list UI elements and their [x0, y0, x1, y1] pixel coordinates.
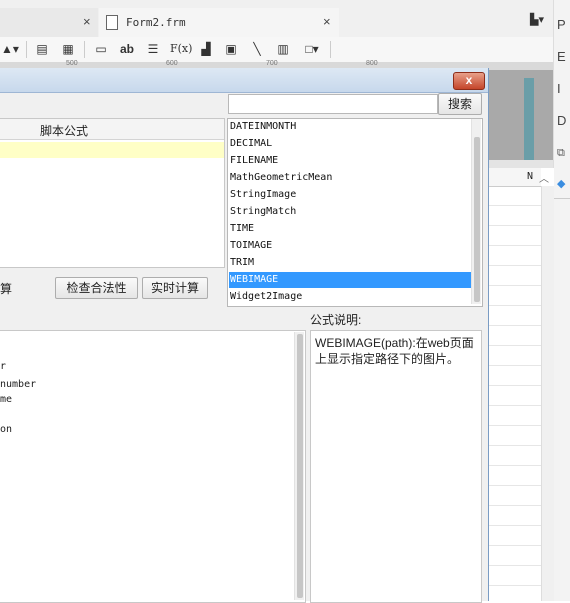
editor-scrollbar[interactable]: [294, 332, 304, 600]
list-item[interactable]: StringImage: [229, 187, 472, 203]
tab-close-button[interactable]: ×: [83, 14, 91, 29]
tab-overflow-icon[interactable]: ▙▾: [530, 13, 544, 26]
close-button[interactable]: x: [453, 72, 485, 90]
dialog-title-bar[interactable]: [0, 68, 488, 93]
formula-description-box: WEBIMAGE(path):在web页面上显示指定路径下的图片。: [310, 330, 482, 603]
insert-textbox-icon[interactable]: ▭: [92, 41, 110, 57]
list-item[interactable]: DECIMAL: [229, 136, 472, 152]
search-button[interactable]: 搜索: [438, 93, 482, 115]
align-icon[interactable]: ☰: [144, 41, 162, 57]
editor-line: number: [0, 379, 37, 390]
list-item[interactable]: Widget2Image: [229, 289, 472, 305]
line-icon[interactable]: ╲: [248, 41, 266, 57]
list-scrollbar[interactable]: [471, 119, 481, 304]
ruler-tick: 500: [66, 60, 78, 67]
file-icon: [106, 15, 118, 30]
text-tool-icon[interactable]: ab: [118, 41, 136, 57]
ruler-tick: 800: [366, 60, 378, 67]
list-item[interactable]: TIME: [229, 221, 472, 237]
formula-description-label: 公式说明:: [310, 313, 362, 327]
list-item-selected[interactable]: WEBIMAGE: [229, 272, 472, 288]
text-color-icon[interactable]: ▲▾: [0, 41, 20, 57]
editor-line: on: [0, 424, 13, 435]
list-item[interactable]: TOIMAGE: [229, 238, 472, 254]
border-icon[interactable]: □▾: [300, 41, 324, 57]
formula-table: 脚本公式: [0, 118, 225, 268]
sheet-gap: [488, 160, 553, 168]
ruler-tick: 600: [166, 60, 178, 67]
tab-strip: × Form2.frm × ▙▾: [0, 0, 553, 38]
editor-line: r: [0, 361, 7, 372]
bar-chart-icon[interactable]: ▟: [197, 41, 215, 57]
panel-paint-icon[interactable]: ◆: [557, 177, 565, 190]
image-icon[interactable]: ▣: [222, 41, 240, 57]
panel-icon-d[interactable]: D: [557, 113, 566, 128]
column-header[interactable]: N: [527, 171, 533, 182]
search-input[interactable]: [228, 94, 438, 114]
panel-icon-p[interactable]: P: [557, 17, 566, 32]
editor-line: me: [0, 394, 13, 405]
right-side-panel: P E I D ⧉ ◆: [553, 0, 570, 601]
list-item[interactable]: DATEINMONTH: [229, 119, 472, 135]
report-icon[interactable]: ▥: [275, 41, 291, 57]
calc-label: 算: [0, 282, 13, 296]
list-item[interactable]: MathGeometricMean: [229, 170, 472, 186]
realtime-calc-button[interactable]: 实时计算: [142, 277, 208, 299]
canvas-column-marker: [524, 78, 534, 160]
close-icon: x: [465, 73, 473, 87]
tab-label: Form2.frm: [126, 16, 186, 29]
panel-icon-i[interactable]: I: [557, 81, 561, 96]
chevron-up-icon[interactable]: ︿: [539, 170, 549, 185]
split-cells-icon[interactable]: ▦: [60, 41, 76, 57]
formula-editor[interactable]: r number me on: [0, 330, 306, 603]
ruler-tick: 700: [266, 60, 278, 67]
formula-description: WEBIMAGE(path):在web页面上显示指定路径下的图片。: [315, 336, 474, 366]
designer-canvas: [488, 70, 553, 160]
table-header: 脚本公式: [40, 124, 89, 138]
list-item[interactable]: StringMatch: [229, 204, 472, 220]
tab-close-button[interactable]: ×: [323, 14, 331, 29]
formula-icon[interactable]: F(x): [170, 41, 192, 57]
table-row-selected[interactable]: [0, 142, 224, 158]
list-item[interactable]: FILENAME: [229, 153, 472, 169]
list-item[interactable]: TRIM: [229, 255, 472, 271]
merge-cells-icon[interactable]: ▤: [34, 41, 50, 57]
panel-link-icon[interactable]: ⧉: [557, 147, 565, 160]
tab-form2[interactable]: Form2.frm ×: [99, 8, 339, 37]
panel-icon-e[interactable]: E: [557, 49, 566, 64]
spreadsheet-area[interactable]: N ︿: [488, 168, 554, 601]
check-validity-button[interactable]: 检查合法性: [55, 277, 138, 299]
tab-previous[interactable]: ×: [0, 8, 98, 37]
